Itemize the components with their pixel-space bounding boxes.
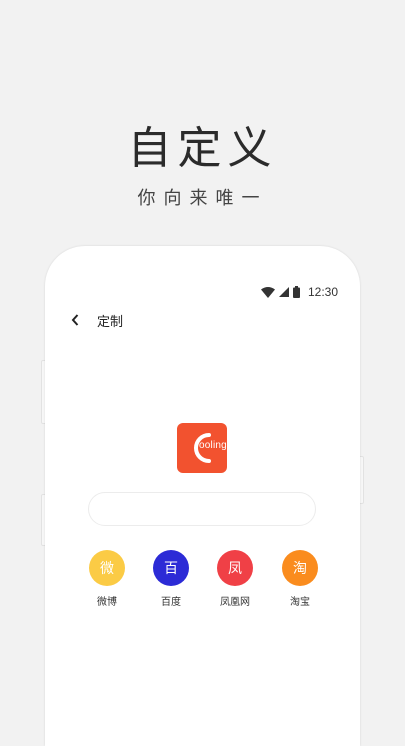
shortcut-weibo[interactable]: 微 微博 bbox=[87, 550, 127, 608]
shortcut-glyph: 凤 bbox=[228, 561, 242, 577]
shortcut-ifeng[interactable]: 凤 凤凰网 bbox=[215, 550, 255, 608]
battery-icon bbox=[292, 286, 300, 298]
back-button[interactable] bbox=[67, 310, 83, 330]
hero-subtitle: 你向来唯一 bbox=[137, 188, 268, 209]
app-logo: ooling bbox=[177, 423, 227, 473]
shortcut-label: 凤凰网 bbox=[220, 597, 250, 608]
wifi-icon bbox=[260, 286, 275, 298]
shortcut-label: 百度 bbox=[161, 597, 181, 608]
shortcut-label: 淘宝 bbox=[290, 597, 310, 608]
page-title: 定制 bbox=[97, 314, 124, 330]
phone-mockup: 12:30 定制 ooling 微 微博 百 百度 凤 凤凰网 淘 淘宝 bbox=[45, 246, 360, 746]
logo-text: ooling bbox=[199, 440, 227, 451]
shortcut-taobao[interactable]: 淘 淘宝 bbox=[280, 550, 320, 608]
shortcut-label: 微博 bbox=[97, 597, 117, 608]
baidu-icon: 百 bbox=[153, 550, 189, 586]
chevron-left-icon bbox=[71, 311, 79, 330]
app-bar: 定制 bbox=[67, 310, 123, 330]
search-input[interactable] bbox=[88, 492, 316, 526]
ifeng-icon: 凤 bbox=[217, 550, 253, 586]
taobao-icon: 淘 bbox=[282, 550, 318, 586]
shortcut-glyph: 微 bbox=[100, 561, 114, 577]
signal-icon bbox=[278, 287, 289, 297]
hero-title: 自定义 bbox=[127, 123, 278, 174]
shortcut-glyph: 百 bbox=[164, 561, 178, 577]
status-bar: 12:30 bbox=[260, 284, 338, 300]
shortcut-baidu[interactable]: 百 百度 bbox=[151, 550, 191, 608]
weibo-icon: 微 bbox=[89, 550, 125, 586]
shortcut-grid: 微 微博 百 百度 凤 凤凰网 淘 淘宝 bbox=[87, 550, 327, 620]
shortcut-glyph: 淘 bbox=[293, 561, 307, 577]
status-time: 12:30 bbox=[307, 285, 338, 299]
